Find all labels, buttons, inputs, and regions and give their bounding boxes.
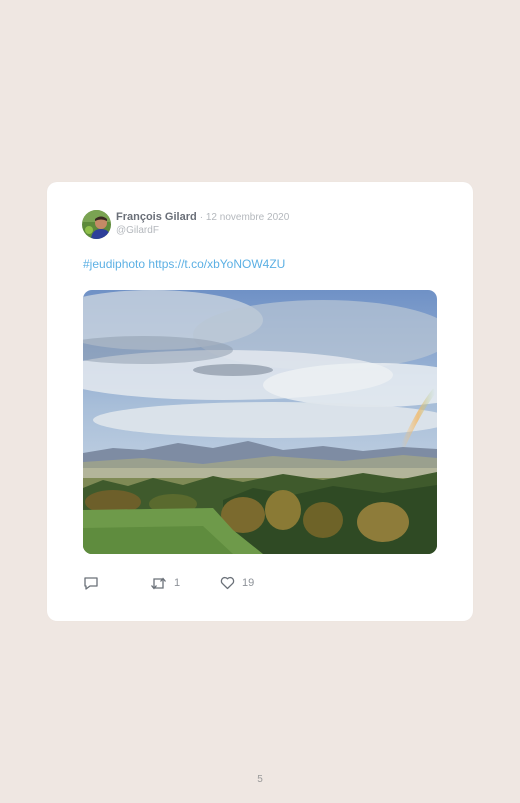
retweet-count: 1 <box>174 577 181 589</box>
landscape-photo <box>83 290 437 554</box>
like-button[interactable]: 19 <box>220 575 254 591</box>
hashtag-link[interactable]: #jeudiphoto <box>83 257 145 271</box>
heart-icon <box>220 576 235 590</box>
retweet-icon <box>151 576 166 590</box>
author-handle[interactable]: @GilardF <box>116 225 159 236</box>
reply-button[interactable] <box>83 575 99 591</box>
retweet-button[interactable]: 1 <box>150 575 180 591</box>
avatar[interactable] <box>82 210 111 239</box>
reply-icon <box>84 576 98 590</box>
like-count: 19 <box>242 577 255 589</box>
avatar-image <box>82 210 111 239</box>
tweet-actions: 1 19 <box>83 575 383 591</box>
tweet-url-link[interactable]: https://t.co/xbYoNOW4ZU <box>148 257 285 271</box>
author-name[interactable]: François Gilard <box>116 211 197 223</box>
tweet-card: François Gilard · 12 novembre 2020 @Gila… <box>47 182 473 621</box>
tweet-photo[interactable] <box>83 290 437 554</box>
tweet-author-line: François Gilard · 12 novembre 2020 <box>116 211 289 223</box>
page-number: 5 <box>257 774 263 785</box>
tweet-text: #jeudiphoto https://t.co/xbYoNOW4ZU <box>83 257 285 271</box>
tweet-date[interactable]: 12 novembre 2020 <box>206 212 289 223</box>
